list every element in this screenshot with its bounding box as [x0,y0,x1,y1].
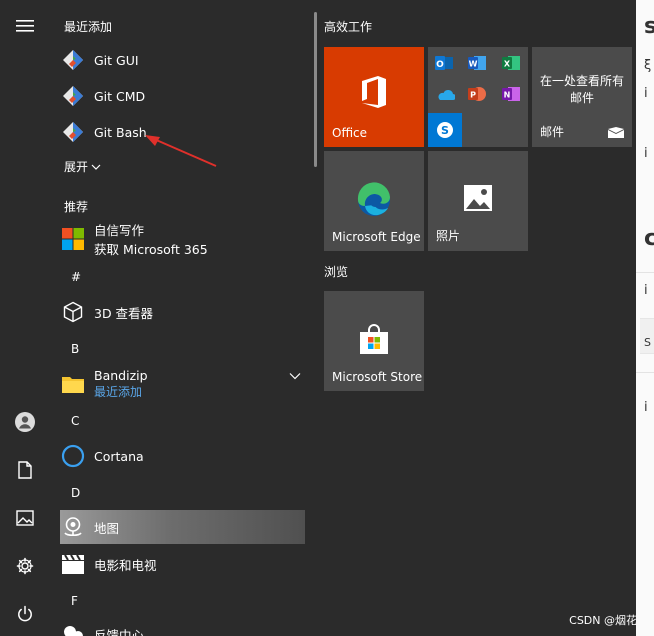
svg-text:W: W [469,60,478,69]
cortana-icon [60,443,86,469]
app-bandizip[interactable]: Bandizip 最近添加 [60,366,305,402]
maps-icon [60,514,86,540]
tile-label: Microsoft Store [332,370,423,384]
section-letter-hash[interactable]: # [71,270,81,284]
git-icon [60,83,86,109]
app-cortana[interactable]: Cortana [60,440,305,472]
mail-tile-message: 在一处查看所有邮件 [539,74,624,105]
tile-label: Office [332,126,368,140]
power-icon[interactable] [0,594,50,634]
recently-added-badge: 最近添加 [94,385,143,399]
outlook-icon: O [435,56,453,70]
user-avatar-icon[interactable] [0,402,50,442]
app-label: Cortana [94,448,144,464]
photos-icon [464,185,492,211]
section-letter-c[interactable]: C [71,414,79,428]
app-label: Bandizip [94,368,148,383]
pictures-icon[interactable] [0,498,50,538]
microsoft-logo-icon [60,226,86,252]
promo-title: 自信写作 [94,223,145,238]
powerpoint-icon: P [468,87,486,101]
mail-envelope-icon [608,127,624,138]
app-list-scrollbar[interactable] [314,12,317,167]
app-maps[interactable]: 地图 [60,510,305,544]
tile-label: 照片 [436,229,461,243]
start-menu: 最近添加 Git GUI Git CMD Git Bash 展开 推荐 自信写作… [0,0,636,636]
folder-icon [60,371,86,397]
feedback-icon [60,621,86,636]
section-letter-b[interactable]: B [71,342,79,356]
start-rail [0,0,50,636]
section-letter-f[interactable]: F [71,594,78,608]
chevron-down-icon[interactable] [289,372,301,380]
git-icon [60,119,86,145]
skype-icon: S [428,113,462,147]
app-feedback-hub[interactable]: 反馈中心 [60,618,305,636]
edge-logo-icon [357,182,390,216]
app-label: Git CMD [94,88,146,104]
section-letter-d[interactable]: D [71,486,80,500]
app-office-365-promo[interactable]: 自信写作 获取 Microsoft 365 [60,222,305,257]
clapperboard-icon [60,551,86,577]
watermark: CSDN @烟花节 [569,614,636,627]
promo-subtitle: 获取 Microsoft 365 [94,242,208,257]
tile-label: 邮件 [540,125,565,139]
tile-group-title-browse: 浏览 [324,265,349,279]
app-label: 地图 [94,520,120,536]
app-git-bash[interactable]: Git Bash [60,116,305,148]
expand-button[interactable]: 展开 [64,158,101,175]
edge-tile[interactable]: Microsoft Edge [324,151,424,251]
office-apps-folder-tile[interactable]: O W X P N S [428,47,528,147]
mail-tile[interactable]: 在一处查看所有邮件 邮件 [532,47,632,147]
app-label: 电影和电视 [94,557,157,573]
svg-text:P: P [470,91,476,100]
app-label: Git GUI [94,52,139,68]
svg-text:S: S [441,124,449,137]
app-label: 反馈中心 [94,627,145,636]
app-movies-tv[interactable]: 电影和电视 [60,548,305,580]
settings-gear-icon[interactable] [0,546,50,586]
svg-text:N: N [504,91,511,100]
app-list: 最近添加 Git GUI Git CMD Git Bash 展开 推荐 自信写作… [50,0,312,636]
store-tile[interactable]: Microsoft Store [324,291,424,391]
app-3d-viewer[interactable]: 3D 查看器 [60,296,305,328]
excel-icon: X [502,56,520,70]
document-icon[interactable] [0,450,50,490]
onedrive-icon [438,89,455,100]
recommended-heading: 推荐 [64,200,89,214]
office-tile[interactable]: Office [324,47,424,147]
svg-text:X: X [504,60,511,69]
cube-icon [60,299,86,325]
tile-label: Microsoft Edge [332,230,421,244]
word-icon: W [468,56,486,70]
photos-tile[interactable]: 照片 [428,151,528,251]
office-logo-icon [362,76,386,108]
app-git-cmd[interactable]: Git CMD [60,80,305,112]
app-git-gui[interactable]: Git GUI [60,44,305,76]
onenote-icon: N [502,87,520,101]
app-label: 3D 查看器 [94,305,154,321]
expand-label: 展开 [64,160,89,174]
app-label: Git Bash [94,124,147,140]
hamburger-menu-icon[interactable] [0,6,50,46]
chevron-down-icon [91,164,101,170]
git-icon [60,47,86,73]
svg-text:O: O [436,60,444,70]
recent-heading: 最近添加 [64,20,113,34]
tile-group-title-productivity: 高效工作 [324,20,373,34]
background-page: s ξ i i c i S i [636,0,654,636]
store-bag-icon [360,324,388,354]
